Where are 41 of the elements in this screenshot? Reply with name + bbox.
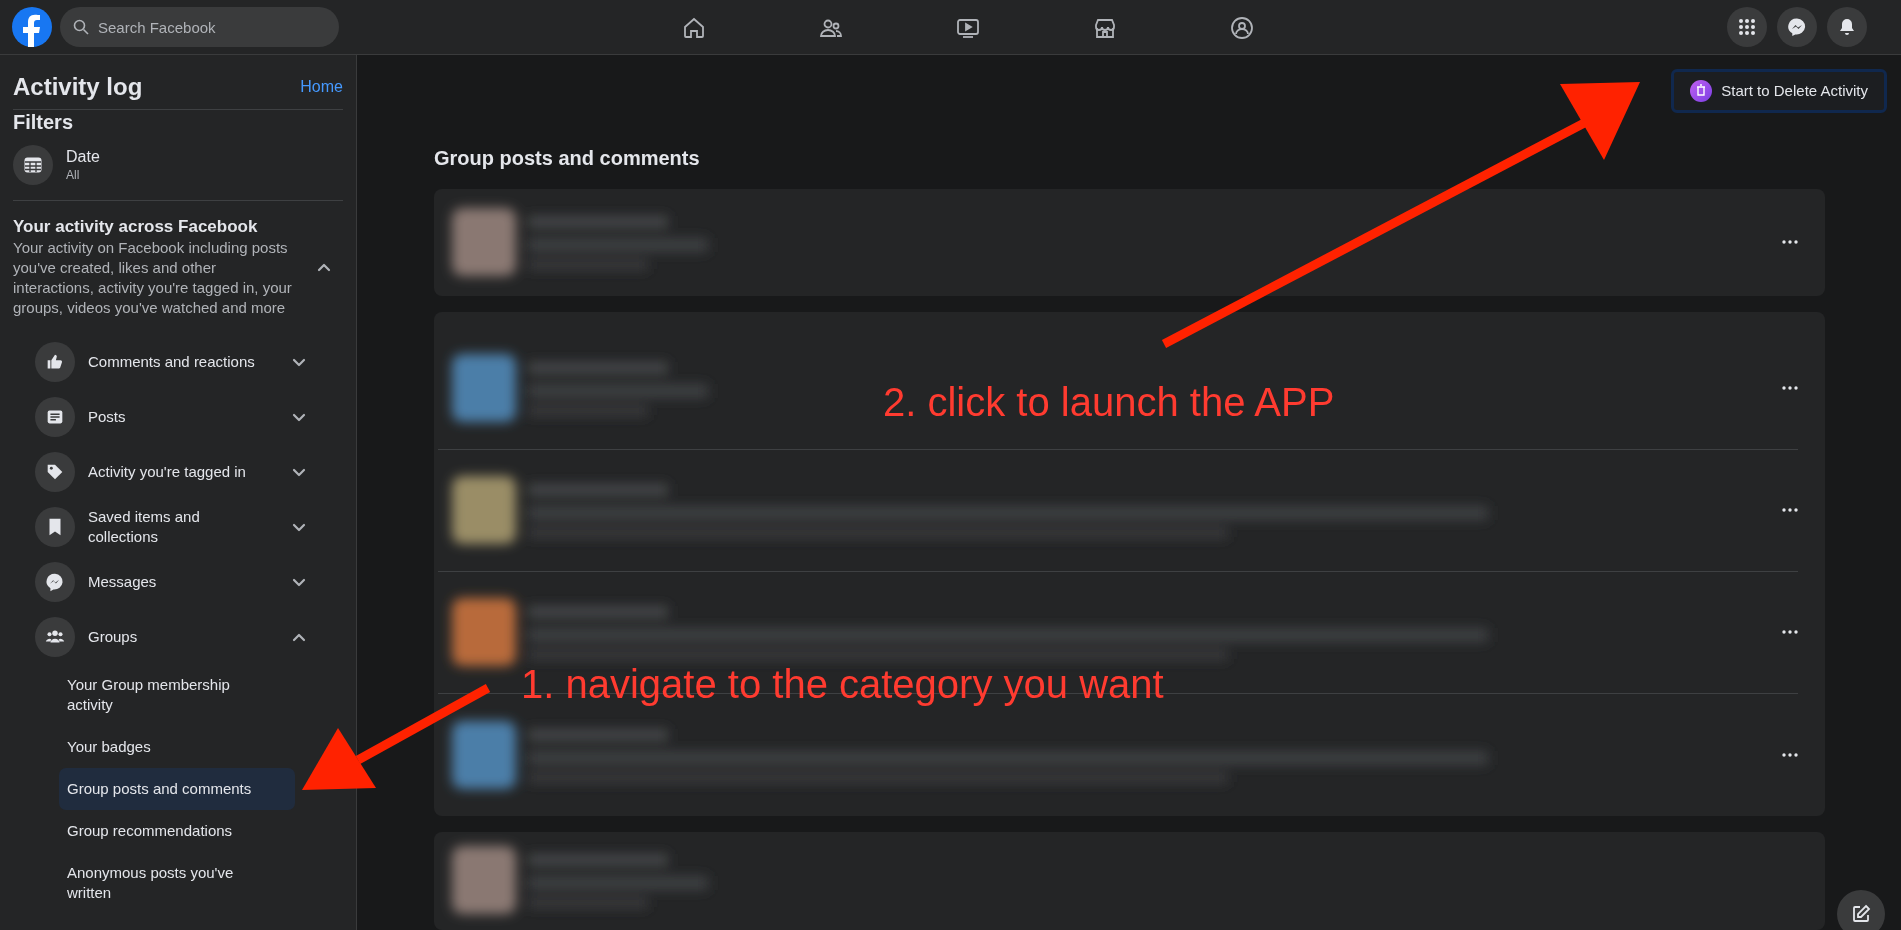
category-label[interactable]: Messages	[88, 571, 258, 592]
date-filter-value: All	[66, 167, 81, 183]
category-label[interactable]: Saved items and collections	[88, 506, 258, 547]
content-heading: Group posts and comments	[434, 146, 701, 171]
thumbs-up-icon[interactable]	[35, 341, 75, 382]
compose-icon[interactable]	[1837, 890, 1885, 930]
more-options-icon[interactable]	[1782, 386, 1798, 391]
section-description: Your activity on Facebook including posts you've created, likes and other interactions, activity you're tagged in, your groups, videos you've watched and more	[13, 238, 293, 318]
bookmark-icon[interactable]	[35, 506, 75, 547]
more-options-icon[interactable]	[1782, 630, 1798, 635]
filters-heading: Filters	[13, 110, 75, 134]
subcategory-item[interactable]: Group recommendations	[59, 810, 295, 852]
calendar-icon[interactable]	[13, 145, 53, 185]
delete-activity-button[interactable]: Start to Delete Activity	[1671, 69, 1887, 113]
people-icon[interactable]	[35, 616, 75, 657]
post-icon[interactable]	[35, 396, 75, 437]
subcategory-item[interactable]: Anonymous posts you've written	[59, 852, 295, 914]
annotation-text: 2. click to launch the APP	[883, 379, 1335, 426]
more-options-icon[interactable]	[1782, 240, 1798, 245]
category-label[interactable]: Groups	[88, 626, 258, 647]
apps-menu-icon[interactable]	[1727, 7, 1767, 47]
facebook-logo-icon[interactable]	[12, 7, 52, 47]
category-label[interactable]: Posts	[88, 406, 258, 427]
tag-icon[interactable]	[35, 451, 75, 492]
messenger-icon[interactable]	[1777, 7, 1817, 47]
messenger-icon[interactable]	[35, 561, 75, 602]
date-filter-label[interactable]: Date	[66, 147, 100, 167]
category-label[interactable]: Comments and reactions	[88, 351, 258, 372]
subcategory-item[interactable]: Group posts and comments	[59, 768, 295, 810]
search-field[interactable]: Search Facebook	[60, 7, 339, 47]
home-link[interactable]: Home	[300, 75, 343, 99]
subcategory-item[interactable]: Your badges	[59, 726, 295, 768]
search-icon	[73, 19, 89, 35]
more-options-icon[interactable]	[1782, 508, 1798, 513]
page-title: Activity log	[13, 72, 143, 102]
more-options-icon[interactable]	[1782, 753, 1798, 757]
category-label[interactable]: Activity you're tagged in	[88, 461, 258, 482]
subcategory-item[interactable]: Your Group membership activity	[59, 664, 295, 726]
section-title[interactable]: Your activity across Facebook	[13, 216, 301, 238]
annotation-text: 1. navigate to the category you want	[521, 661, 1164, 708]
notifications-icon[interactable]	[1827, 7, 1867, 47]
